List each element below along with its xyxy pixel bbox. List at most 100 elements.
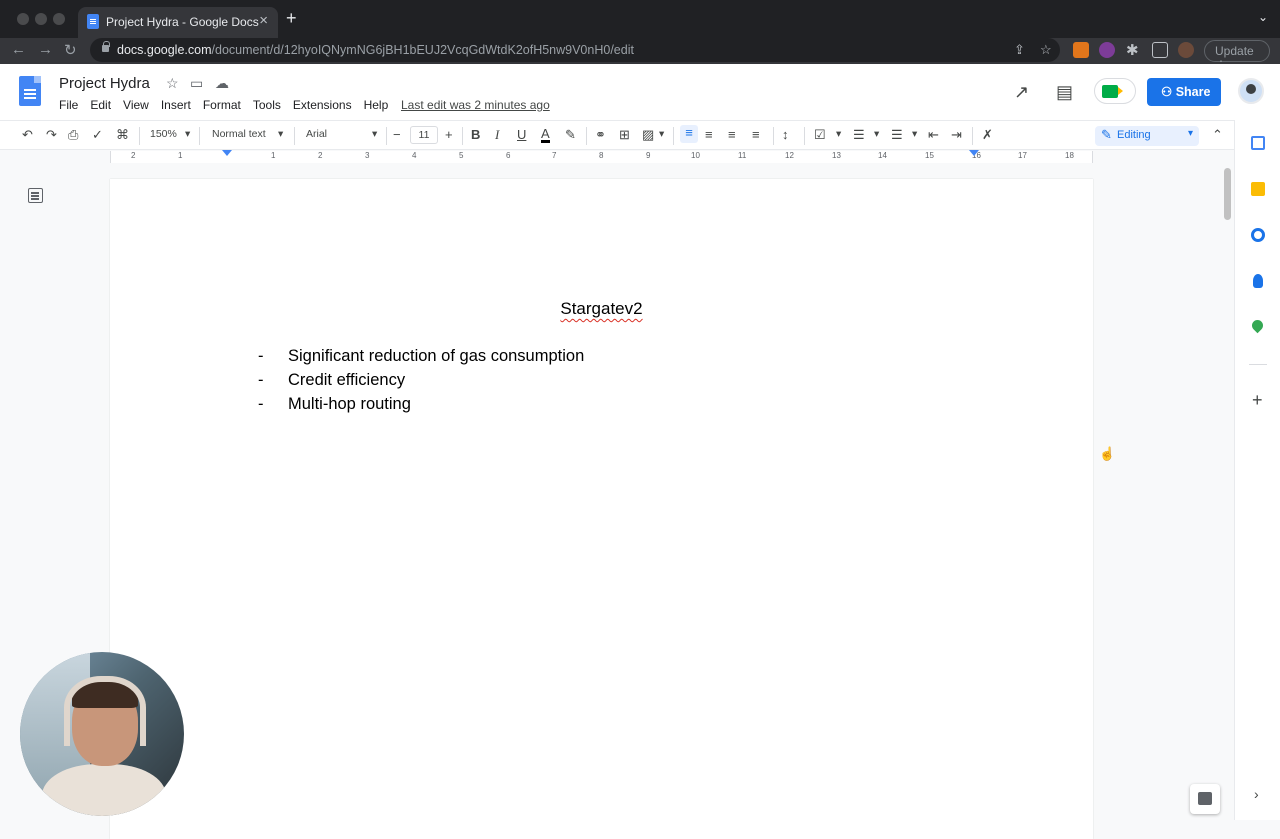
move-folder-icon[interactable]: ▭ (190, 75, 203, 92)
tab-search-chevron-icon[interactable]: ⌄ (1258, 10, 1268, 24)
increase-indent-icon[interactable]: ⇥ (951, 127, 962, 143)
font-chevron-icon[interactable]: ▾ (372, 128, 377, 140)
decrease-indent-icon[interactable]: ⇤ (928, 127, 939, 143)
numbered-list-icon[interactable]: ☰ (891, 127, 903, 143)
vertical-scrollbar[interactable] (1224, 168, 1231, 220)
calendar-icon[interactable] (1251, 136, 1265, 150)
left-indent-marker[interactable] (222, 150, 232, 156)
bullet-marker: - (258, 371, 264, 389)
address-bar[interactable]: docs.google.com/document/d/12hyoIQNymNG6… (90, 38, 1060, 62)
side-panel-icon[interactable] (1152, 42, 1168, 58)
image-chevron-icon[interactable]: ▾ (659, 128, 664, 140)
zoom-select[interactable]: 150% (150, 128, 177, 140)
zoom-chevron-icon[interactable]: ▾ (185, 128, 190, 140)
window-zoom-control[interactable] (53, 13, 65, 25)
document-title[interactable]: Project Hydra (59, 75, 150, 92)
keep-icon[interactable] (1251, 182, 1265, 196)
document-page[interactable]: Stargatev2 - Significant reduction of gas… (110, 179, 1093, 839)
increase-font-size-icon[interactable]: + (445, 127, 453, 142)
account-avatar[interactable] (1238, 78, 1264, 104)
bullet-list: - Significant reduction of gas consumptio… (258, 347, 584, 419)
menu-edit[interactable]: Edit (90, 98, 111, 112)
menu-view[interactable]: View (123, 98, 149, 112)
insert-link-icon[interactable]: ⚭ (595, 127, 606, 143)
underline-icon[interactable]: U (517, 127, 526, 142)
new-tab-icon[interactable]: + (286, 8, 297, 29)
share-page-icon[interactable]: ⇪ (1014, 42, 1025, 58)
document-outline-icon[interactable] (28, 188, 43, 203)
contacts-icon[interactable] (1253, 274, 1263, 288)
hide-menus-chevron-icon[interactable]: ⌃ (1212, 127, 1223, 143)
redo-icon[interactable]: ↷ (46, 127, 57, 143)
window-minimize-control[interactable] (35, 13, 47, 25)
bookmark-star-icon[interactable]: ☆ (1040, 42, 1052, 58)
star-icon[interactable]: ☆ (166, 75, 179, 92)
editing-mode-button[interactable]: Editing (1095, 126, 1199, 146)
window-close-control[interactable] (17, 13, 29, 25)
style-chevron-icon[interactable]: ▾ (278, 128, 283, 140)
menu-extensions[interactable]: Extensions (293, 98, 352, 112)
forward-arrow-icon[interactable]: → (38, 41, 53, 58)
extensions-puzzle-icon[interactable]: ✱ (1126, 41, 1139, 59)
expand-panel-chevron-icon[interactable]: › (1254, 786, 1259, 802)
decrease-font-size-icon[interactable]: − (393, 127, 401, 142)
bold-icon[interactable]: B (471, 127, 480, 142)
checklist-chevron-icon[interactable]: ▾ (836, 128, 841, 140)
maps-pin-icon[interactable] (1249, 317, 1266, 334)
back-arrow-icon[interactable]: ← (11, 41, 26, 58)
clear-formatting-icon[interactable]: ✗ (982, 127, 993, 143)
right-indent-marker[interactable] (969, 150, 979, 156)
align-left-icon[interactable]: ≡ (680, 125, 698, 143)
menu-tools[interactable]: Tools (253, 98, 281, 112)
update-button[interactable]: Update ⋮ (1204, 40, 1270, 72)
purple-extension-icon[interactable] (1099, 42, 1115, 58)
activity-trend-icon[interactable]: ↗ (1014, 82, 1029, 103)
menu-help[interactable]: Help (364, 98, 389, 112)
toolbar-divider (199, 127, 200, 145)
metamask-extension-icon[interactable] (1073, 42, 1089, 58)
undo-icon[interactable]: ↶ (22, 127, 33, 143)
meet-button[interactable] (1094, 78, 1136, 104)
profile-avatar-icon[interactable] (1178, 42, 1194, 58)
last-edit-link[interactable]: Last edit was 2 minutes ago (401, 98, 550, 112)
print-icon[interactable]: ⎙ (68, 127, 78, 143)
ruler-number: 7 (552, 151, 557, 160)
ruler-number: 15 (925, 151, 934, 160)
list-item[interactable]: - Credit efficiency (258, 371, 584, 395)
font-select[interactable]: Arial (306, 128, 327, 140)
browser-tab-active[interactable]: Project Hydra - Google Docs × (78, 7, 278, 38)
italic-icon[interactable]: I (495, 127, 499, 143)
explore-button[interactable] (1190, 784, 1220, 814)
numbered-chevron-icon[interactable]: ▾ (912, 128, 917, 140)
list-item[interactable]: - Multi-hop routing (258, 395, 584, 419)
line-spacing-icon[interactable]: ↕ (782, 127, 789, 142)
font-size-input[interactable]: 11 (410, 126, 438, 144)
bullet-chevron-icon[interactable]: ▾ (874, 128, 879, 140)
text-color-icon[interactable]: A (541, 127, 550, 143)
menu-format[interactable]: Format (203, 98, 241, 112)
cloud-saved-icon[interactable]: ☁ (215, 75, 229, 92)
menu-file[interactable]: File (59, 98, 78, 112)
share-button[interactable]: ⚇ Share (1147, 78, 1221, 106)
tasks-icon[interactable] (1251, 228, 1265, 242)
checklist-icon[interactable]: ☑ (814, 127, 826, 143)
horizontal-ruler[interactable]: 2 1 1 2 3 4 5 6 7 8 9 10 11 12 13 14 15 … (0, 150, 1234, 164)
insert-image-icon[interactable]: ▨ (642, 127, 654, 143)
align-center-icon[interactable]: ≡ (705, 127, 713, 142)
close-tab-icon[interactable]: × (259, 12, 268, 29)
add-comment-icon[interactable]: ⊞ (619, 127, 630, 143)
paint-format-icon[interactable]: ⌘ (116, 127, 129, 143)
add-addon-icon[interactable]: + (1252, 390, 1263, 411)
justify-icon[interactable]: ≡ (752, 127, 760, 142)
docs-logo-icon[interactable] (19, 76, 41, 106)
bulleted-list-icon[interactable]: ☰ (853, 127, 865, 143)
align-right-icon[interactable]: ≡ (728, 127, 736, 142)
reload-icon[interactable]: ↻ (64, 41, 77, 59)
spellcheck-icon[interactable]: ✓ (92, 127, 103, 143)
menu-insert[interactable]: Insert (161, 98, 191, 112)
document-heading[interactable]: Stargatev2 (110, 299, 1093, 319)
list-item[interactable]: - Significant reduction of gas consumptio… (258, 347, 584, 371)
paragraph-style-select[interactable]: Normal text (212, 128, 266, 140)
highlight-pen-icon[interactable]: ✎ (565, 127, 576, 143)
comments-icon[interactable]: ▤ (1056, 82, 1073, 103)
